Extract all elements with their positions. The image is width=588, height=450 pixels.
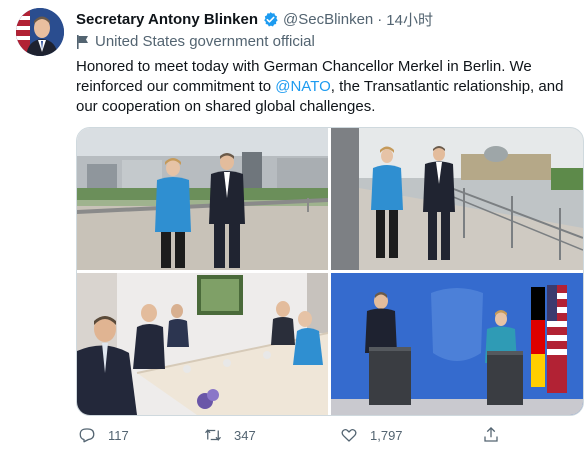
author-handle[interactable]: @SecBlinken <box>283 11 373 28</box>
account-label[interactable]: United States government official <box>76 33 315 50</box>
photo-3[interactable] <box>77 273 328 415</box>
share-button[interactable] <box>482 426 512 444</box>
government-flag-icon <box>76 34 89 50</box>
like-button[interactable]: 1,797 <box>340 426 403 444</box>
like-count: 1,797 <box>370 427 403 443</box>
reply-count: 117 <box>108 427 129 443</box>
tweet-header: Secretary Antony Blinken @SecBlinken · 1… <box>76 9 433 29</box>
retweet-count: 347 <box>234 427 256 443</box>
share-icon <box>484 426 498 442</box>
separator-dot: · <box>377 10 383 28</box>
account-label-text: United States government official <box>95 33 315 50</box>
tweet-timestamp[interactable]: 14小时 <box>386 9 433 30</box>
retweet-button[interactable]: 347 <box>204 426 256 444</box>
tweet-text: Honored to meet today with German Chance… <box>76 57 572 117</box>
verified-badge-icon <box>262 11 279 28</box>
avatar[interactable] <box>16 8 64 56</box>
author-name[interactable]: Secretary Antony Blinken <box>76 11 258 28</box>
photo-2[interactable] <box>331 128 583 270</box>
like-icon <box>341 428 357 442</box>
photo-1[interactable] <box>77 128 328 270</box>
reply-icon <box>79 428 95 443</box>
reply-button[interactable]: 117 <box>78 426 129 444</box>
media-grid <box>76 127 584 416</box>
action-bar: 117 347 1,797 <box>76 426 516 446</box>
retweet-icon <box>205 429 221 441</box>
tweet: Secretary Antony Blinken @SecBlinken · 1… <box>0 0 588 450</box>
photo-4[interactable] <box>331 273 583 415</box>
mention-link[interactable]: @NATO <box>275 78 331 95</box>
